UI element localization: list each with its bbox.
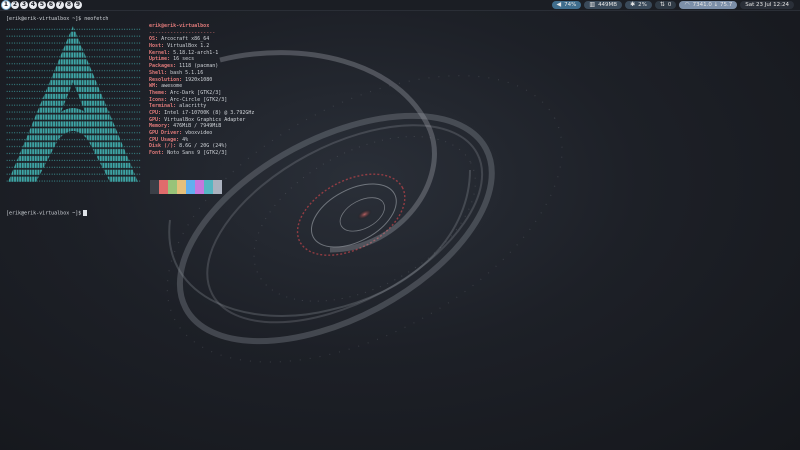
info-row: OS: Arcocraft x86_64 xyxy=(149,36,210,43)
network-widget[interactable]: ⇅ 0 xyxy=(654,1,677,9)
info-row: Uptime: 16 secs xyxy=(149,56,195,63)
speaker-icon: ◀ xyxy=(556,1,562,8)
status-area: ◀ 74% ▥ 449MB ✱ 2% ⇅ 0 ◠ 7341.0 ↓ 75.7 S… xyxy=(551,0,794,10)
color-swatch xyxy=(204,180,213,194)
memory-widget[interactable]: ▥ 449MB xyxy=(584,1,623,9)
wifi-widget[interactable]: ◠ 7341.0 ↓ 75.7 xyxy=(679,1,738,9)
workspace-2-button[interactable]: 2 xyxy=(11,1,19,9)
cpu-widget[interactable]: ✱ 2% xyxy=(625,1,652,9)
info-row: Terminal: alacritty xyxy=(149,103,207,110)
prompt-text: [erik@erik-virtualbox ~]$ xyxy=(6,210,82,217)
info-value: 8.6G / 20G (24%) xyxy=(179,143,228,150)
info-value: 476MiB / 7949MiB xyxy=(173,123,222,130)
workspace-1-button[interactable]: 1 xyxy=(2,1,10,9)
info-value: 16 secs xyxy=(173,56,195,63)
info-value: 5.18.12-arch1-1 xyxy=(173,49,219,56)
info-value: VirtualBox 1.2 xyxy=(167,43,210,50)
info-key: CPU Usage xyxy=(149,136,177,143)
info-key: Memory xyxy=(149,123,168,130)
info-row: Kernel: 5.18.12-arch1-1 xyxy=(149,49,219,56)
info-row: Icons: Arc-Circle [GTK2/3] xyxy=(149,96,228,103)
prompt-line: [erik@erik-virtualbox ~]$ neofetch xyxy=(6,16,109,22)
user-host: erik@erik-virtualbox xyxy=(149,23,210,29)
workspace-6-button[interactable]: 6 xyxy=(47,1,55,9)
top-panel: 1 2 3 4 5 6 7 8 9 ◀ 74% ▥ 449MB ✱ 2% ⇅ 0… xyxy=(0,0,800,11)
info-row: Theme: Arc-Dark [GTK2/3] xyxy=(149,89,222,96)
workspace-switcher: 1 2 3 4 5 6 7 8 9 xyxy=(2,1,82,9)
info-key: Theme xyxy=(149,89,165,96)
text-cursor xyxy=(83,210,88,216)
info-key: Host xyxy=(149,43,162,50)
wifi-value: 7341.0 ↓ 75.7 xyxy=(692,2,733,8)
wifi-icon: ◠ xyxy=(684,1,690,8)
info-key: Shell xyxy=(149,69,165,76)
color-swatch xyxy=(186,180,195,194)
info-row: CPU Usage: 4% xyxy=(149,136,189,143)
info-key: Terminal xyxy=(149,103,174,110)
info-value: VirtualBox Graphics Adapter xyxy=(164,116,246,123)
info-key: Packages xyxy=(149,63,174,70)
info-row: WM: awesome xyxy=(149,83,183,90)
info-value: Arcocraft x86_64 xyxy=(161,36,210,43)
cpu-icon: ✱ xyxy=(630,1,636,8)
info-row: CPU: Intel i7-10700K (8) @ 3.792GHz xyxy=(149,109,255,116)
workspace-3-button[interactable]: 3 xyxy=(20,1,28,9)
workspace-8-button[interactable]: 8 xyxy=(65,1,73,9)
volume-widget[interactable]: ◀ 74% xyxy=(551,1,582,9)
info-value: 4% xyxy=(182,136,189,143)
info-value: 1118 (pacman) xyxy=(179,63,219,70)
info-row: Packages: 1118 (pacman) xyxy=(149,63,219,70)
color-swatch xyxy=(150,180,159,194)
clock-widget[interactable]: Sat 23 Jul 12:24 xyxy=(740,1,794,9)
workspace-7-button[interactable]: 7 xyxy=(56,1,64,9)
info-key: CPU xyxy=(149,109,159,116)
info-value: alacritty xyxy=(179,103,207,110)
arch-ascii-logo xyxy=(6,24,141,184)
info-row: Memory: 476MiB / 7949MiB xyxy=(149,123,222,130)
network-value: 0 xyxy=(667,2,672,8)
info-key: Icons xyxy=(149,96,165,103)
prompt-line: [erik@erik-virtualbox ~]$ xyxy=(6,210,88,217)
memory-value: 449MB xyxy=(598,2,618,8)
info-key: GPU xyxy=(149,116,159,123)
info-value: awesome xyxy=(161,83,183,90)
workspace-4-button[interactable]: 4 xyxy=(29,1,37,9)
separator: ---------------------- xyxy=(149,29,216,36)
info-row: Font: Noto Sans 9 [GTK2/3] xyxy=(149,150,228,157)
info-row: Host: VirtualBox 1.2 xyxy=(149,43,210,50)
info-key: Disk (/) xyxy=(149,143,174,150)
info-row: Disk (/): 8.6G / 20G (24%) xyxy=(149,143,228,150)
info-row: Resolution: 1920x1080 xyxy=(149,76,213,83)
info-row: GPU: VirtualBox Graphics Adapter xyxy=(149,116,246,123)
neofetch-info: erik@erik-virtualbox -------------------… xyxy=(149,23,349,157)
color-swatch xyxy=(168,180,177,194)
info-row: GPU Driver: vboxvideo xyxy=(149,130,213,136)
terminal-window[interactable]: [erik@erik-virtualbox ~]$ neofetch erik@… xyxy=(4,14,564,224)
network-icon: ⇅ xyxy=(659,1,665,8)
info-row: Shell: bash 5.1.16 xyxy=(149,69,204,76)
color-palette xyxy=(150,180,222,194)
color-swatch xyxy=(177,180,186,194)
cpu-value: 2% xyxy=(638,2,647,8)
memory-icon: ▥ xyxy=(589,1,596,8)
info-key: Font xyxy=(149,150,162,157)
info-key: Kernel xyxy=(149,49,168,56)
info-value: bash 5.1.16 xyxy=(170,69,204,76)
volume-value: 74% xyxy=(564,2,577,8)
workspace-9-button[interactable]: 9 xyxy=(74,1,82,9)
clock-value: Sat 23 Jul 12:24 xyxy=(745,2,789,8)
info-key: Uptime xyxy=(149,56,168,63)
workspace-5-button[interactable]: 5 xyxy=(38,1,46,9)
info-value: Arc-Circle [GTK2/3] xyxy=(170,96,228,103)
info-value: 1920x1080 xyxy=(185,76,213,83)
info-value: Arc-Dark [GTK2/3] xyxy=(170,89,222,96)
info-value: Noto Sans 9 [GTK2/3] xyxy=(167,150,228,157)
color-swatch xyxy=(195,180,204,194)
color-swatch xyxy=(159,180,168,194)
color-swatch xyxy=(213,180,222,194)
info-key: Resolution xyxy=(149,76,180,83)
info-value: Intel i7-10700K (8) @ 3.792GHz xyxy=(164,109,255,116)
info-value: vboxvideo xyxy=(185,130,213,136)
info-key: GPU Driver xyxy=(149,130,180,136)
